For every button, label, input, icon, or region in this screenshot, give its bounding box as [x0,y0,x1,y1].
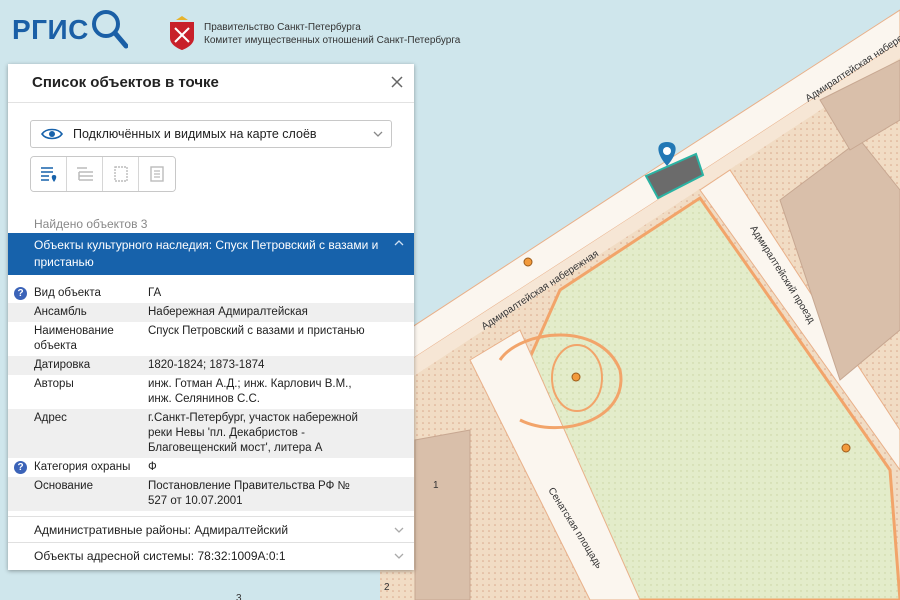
property-row: Ансамбль Набережная Адмиралтейская [8,303,414,322]
property-value: г.Санкт-Петербург, участок набережной ре… [148,412,358,454]
property-value: Постановление Правительства РФ № 527 от … [148,480,350,507]
selected-group-title: Объекты культурного наследия: Спуск Петр… [34,238,379,269]
selected-group-header[interactable]: Объекты культурного наследия: Спуск Петр… [8,233,414,275]
property-value: Ф [148,461,157,473]
property-row: Датировка 1820-1824; 1873-1874 [8,356,414,375]
layer-select-value: Подключённых и видимых на карте слоёв [73,127,317,141]
property-value: Спуск Петровский с вазами и пристанью [148,325,365,337]
layer-select[interactable]: Подключённых и видимых на карте слоёв [30,120,392,148]
layers-eye-icon [41,128,63,140]
view-frame-button[interactable] [103,157,139,191]
group-label: Административные районы: Адмиралтейский [34,523,289,537]
property-key: Адрес [34,412,67,424]
magnifier-icon [92,10,128,49]
property-key: Вид объекта [34,287,101,299]
property-key: Датировка [34,359,91,371]
app-header: РГИС Правительство Санкт-Петербурга Коми… [0,0,900,62]
view-list-map-button[interactable] [31,157,67,191]
close-icon[interactable] [390,75,404,89]
property-value: ГА [148,287,162,299]
document-icon [150,166,164,182]
objects-panel: Список объектов в точке Подключённых и в… [8,64,414,570]
list-pin-icon [40,167,56,182]
property-row: Авторы инж. Готман А.Д.; инж. Карлович В.… [8,375,414,409]
help-icon[interactable]: ? [14,287,27,300]
property-row: ? Категория охраны Ф [8,458,414,477]
group-label: Объекты адресной системы: 78:32:1009А:0:… [34,549,286,563]
view-mode-buttons [30,156,176,192]
rgis-logo[interactable]: РГИС [12,8,89,52]
chevron-down-icon [394,527,404,533]
poi-dot[interactable] [571,372,581,382]
poi-dot[interactable] [841,443,851,453]
house-number: 3 [236,593,242,600]
property-key: Наименование объекта [34,325,114,352]
view-document-button[interactable] [139,157,175,191]
property-value: 1820-1824; 1873-1874 [148,359,265,371]
properties-table: ? Вид объекта ГА Ансамбль Набережная Адмирал… [8,284,414,511]
property-value: инж. Готман А.Д.; инж. Карлович В.М., ин… [148,378,352,405]
gov-line-2: Комитет имущественных отношений Санкт-Пе… [204,35,461,46]
spb-emblem-icon [170,16,194,50]
poi-dot[interactable] [523,257,533,267]
gov-line-1: Правительство Санкт-Петербурга [204,22,361,33]
property-key: Основание [34,480,93,492]
group-address-objects[interactable]: Объекты адресной системы: 78:32:1009А:0:… [8,542,414,568]
property-value: Набережная Адмиралтейская [148,306,308,318]
panel-title: Список объектов в точке [32,74,219,91]
property-row: Адрес г.Санкт-Петербург, участок набережн… [8,409,414,458]
property-key: Авторы [34,378,74,390]
view-table-button[interactable] [67,157,103,191]
chevron-down-icon [394,553,404,559]
group-admin-districts[interactable]: Административные районы: Адмиралтейский [8,516,414,542]
property-key: Категория охраны [34,461,131,473]
chevron-up-icon [394,240,404,246]
chevron-down-icon [373,131,383,137]
house-number: 1 [433,480,439,491]
frame-icon [113,166,128,182]
property-row: Основание Постановление Правительства РФ … [8,477,414,511]
logo-text: РГИС [12,14,89,45]
building [414,429,471,600]
property-key: Ансамбль [34,306,87,318]
table-icon [76,167,93,181]
property-row: Наименование объекта Спуск Петровский с в… [8,322,414,356]
found-count: Найдено объектов 3 [34,217,148,231]
gov-branding: Правительство Санкт-Петербурга Комитет и… [166,16,460,52]
property-row: ? Вид объекта ГА [8,284,414,303]
divider [8,102,414,103]
help-icon[interactable]: ? [14,461,27,474]
house-number: 2 [384,582,390,593]
